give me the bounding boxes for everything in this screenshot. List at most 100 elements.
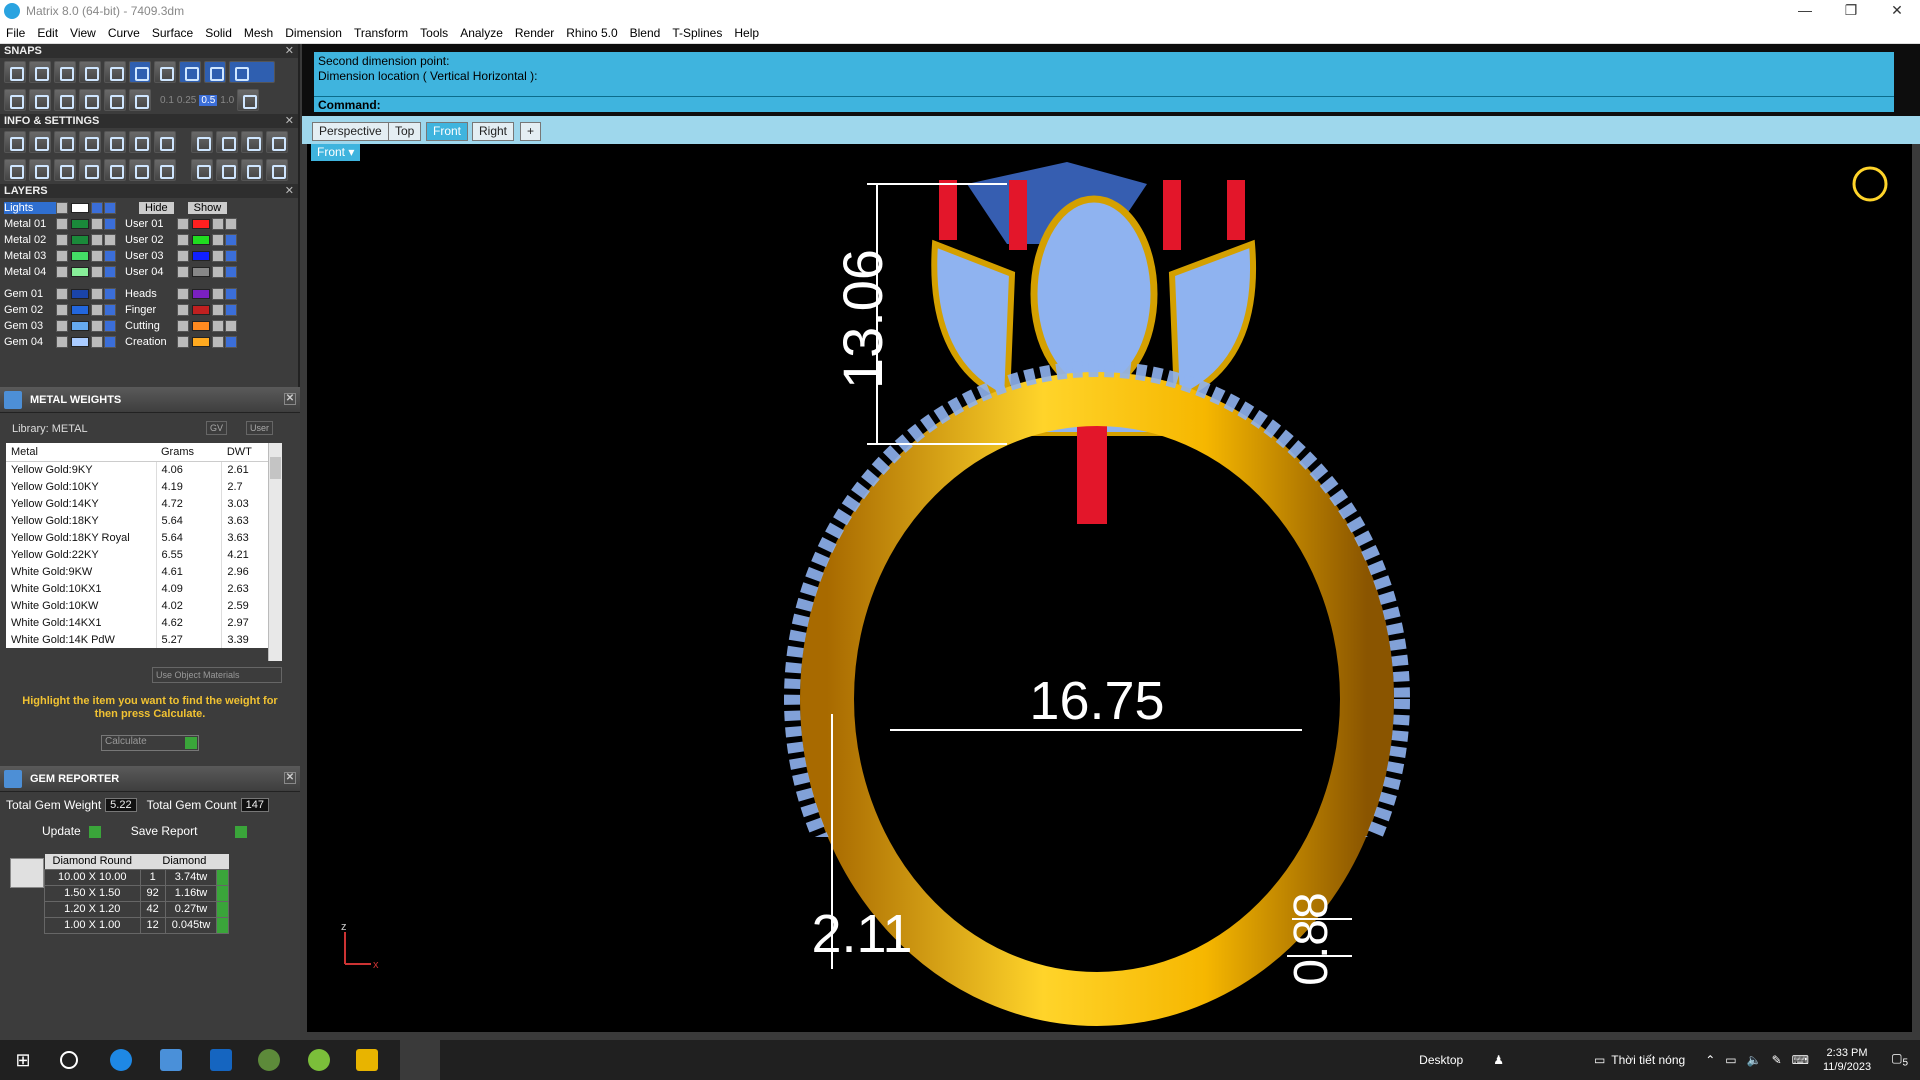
menu-mesh[interactable]: Mesh: [238, 26, 279, 40]
render-icon[interactable]: [104, 131, 126, 153]
snap-tan-icon[interactable]: [129, 61, 151, 83]
col-metal[interactable]: Metal: [6, 443, 156, 462]
tab-top[interactable]: Top: [388, 122, 422, 141]
edit-icon[interactable]: [129, 131, 151, 153]
doc-icon[interactable]: [154, 159, 176, 181]
menu-blend[interactable]: Blend: [624, 26, 667, 40]
material-icon[interactable]: [154, 131, 176, 153]
layer-row[interactable]: User 02: [125, 232, 238, 248]
close-icon[interactable]: ✕: [284, 772, 296, 784]
menu-surface[interactable]: Surface: [146, 26, 199, 40]
tree-icon[interactable]: [129, 159, 151, 181]
gem-row[interactable]: 10.00 X 10.00 1 3.74tw: [44, 868, 230, 886]
current-layer[interactable]: Lights: [4, 202, 56, 214]
gem-select-icon[interactable]: [216, 884, 230, 902]
metal-row[interactable]: White Gold:14KX1 4.62 2.97: [6, 614, 276, 631]
zoom-icon[interactable]: [29, 131, 51, 153]
ring-view-icon[interactable]: [1852, 166, 1888, 202]
dim-band-width[interactable]: 2.11: [811, 904, 912, 964]
visible-icon[interactable]: [104, 202, 116, 214]
light-icon[interactable]: [191, 131, 213, 153]
desktop-label[interactable]: Desktop: [1419, 1053, 1463, 1067]
show-button[interactable]: Show: [187, 202, 228, 214]
windows-start-icon[interactable]: ⊞: [12, 1049, 34, 1071]
layer-row[interactable]: Gem 04: [4, 334, 117, 350]
save-report-button[interactable]: Save Report: [131, 824, 248, 838]
layer-row[interactable]: Metal 01: [4, 216, 117, 232]
gumball-icon[interactable]: [104, 89, 126, 111]
snap-knot-icon[interactable]: [204, 61, 226, 83]
ortho-icon[interactable]: [79, 89, 101, 111]
snap-end-icon[interactable]: [4, 61, 26, 83]
gem-select-icon[interactable]: [216, 916, 230, 934]
menu-solid[interactable]: Solid: [199, 26, 238, 40]
box-icon[interactable]: [79, 131, 101, 153]
notification-icon[interactable]: ▢5: [1891, 1051, 1908, 1068]
grid-icon[interactable]: [4, 89, 26, 111]
window-icon[interactable]: [29, 159, 51, 181]
close-icon[interactable]: ✕: [284, 393, 296, 405]
gem-row[interactable]: 1.20 X 1.20 42 0.27tw: [44, 900, 230, 918]
layer-row[interactable]: Heads: [125, 286, 238, 302]
layer-row[interactable]: Gem 03: [4, 318, 117, 334]
layer-row[interactable]: Metal 04: [4, 264, 117, 280]
mail-icon[interactable]: [210, 1049, 232, 1071]
network-icon[interactable]: ▭: [1725, 1053, 1736, 1067]
metal-row[interactable]: Yellow Gold:18KY Royal 5.64 3.63: [6, 529, 276, 546]
app-icon[interactable]: [258, 1049, 280, 1071]
metal-row[interactable]: White Gold:10KX1 4.09 2.63: [6, 580, 276, 597]
menu-render[interactable]: Render: [509, 26, 560, 40]
matrix-taskbar-icon[interactable]: [400, 1040, 440, 1080]
front-viewport[interactable]: Front ▾ 13.06 16.75 2.11 0.88 z x: [307, 144, 1912, 1032]
gem-row[interactable]: 1.00 X 1.00 12 0.045tw: [44, 916, 230, 934]
metal-row[interactable]: White Gold:14K PdW 5.27 3.39: [6, 631, 276, 648]
layer-row[interactable]: User 04: [125, 264, 238, 280]
settings-icon[interactable]: [4, 131, 26, 153]
snap-mid-icon[interactable]: [79, 61, 101, 83]
edge-icon[interactable]: [110, 1049, 132, 1071]
close-icon[interactable]: ✕: [285, 44, 294, 58]
record-icon[interactable]: [129, 89, 151, 111]
layer-row[interactable]: User 01: [125, 216, 238, 232]
layer-row[interactable]: User 03: [125, 248, 238, 264]
restore-button[interactable]: ❐: [1828, 0, 1874, 22]
tab-front[interactable]: Front: [426, 122, 469, 141]
snap-center-icon[interactable]: [154, 61, 176, 83]
dim-band-thickness[interactable]: 0.88: [1285, 892, 1338, 985]
cylinder-icon[interactable]: [79, 159, 101, 181]
gem-select-icon[interactable]: [216, 868, 230, 886]
layer-row[interactable]: Finger: [125, 302, 238, 318]
snap-near-icon[interactable]: [29, 61, 51, 83]
people-icon[interactable]: ♟: [1493, 1053, 1504, 1067]
layer-row[interactable]: Metal 03: [4, 248, 117, 264]
metal-row[interactable]: White Gold:9KW 4.61 2.96: [6, 563, 276, 580]
project-icon[interactable]: [54, 89, 76, 111]
layer-icon[interactable]: [54, 131, 76, 153]
view1-icon[interactable]: [216, 131, 238, 153]
update-button[interactable]: Update: [42, 824, 101, 838]
menu-view[interactable]: View: [64, 26, 102, 40]
grid-view-icon[interactable]: [4, 159, 26, 181]
layer-row[interactable]: Cutting: [125, 318, 238, 334]
prong-icon[interactable]: [241, 159, 263, 181]
gv-toggle[interactable]: GV: [206, 421, 228, 435]
weather-label[interactable]: Thời tiết nóng: [1611, 1053, 1685, 1067]
menu-dimension[interactable]: Dimension: [279, 26, 348, 40]
menu-analyze[interactable]: Analyze: [454, 26, 509, 40]
dim-inner[interactable]: 16.75: [1029, 671, 1164, 731]
keyboard-icon[interactable]: ⌨: [1792, 1053, 1809, 1067]
browser-icon[interactable]: [308, 1049, 330, 1071]
tab-add[interactable]: +: [520, 122, 542, 141]
grid-toggle-icon[interactable]: [237, 89, 260, 111]
network-icon[interactable]: [54, 159, 76, 181]
snap-quad-icon[interactable]: [179, 61, 201, 83]
col-grams[interactable]: Grams: [156, 443, 222, 462]
planar-icon[interactable]: [29, 89, 51, 111]
snap-point-icon[interactable]: [54, 61, 76, 83]
dim-height[interactable]: 13.06: [831, 249, 894, 389]
tab-perspective[interactable]: Perspective: [312, 122, 389, 141]
view3-icon[interactable]: [266, 131, 288, 153]
view2-icon[interactable]: [241, 131, 263, 153]
snap-ortho-icon[interactable]: [229, 61, 275, 83]
menu-rhino[interactable]: Rhino 5.0: [560, 26, 623, 40]
